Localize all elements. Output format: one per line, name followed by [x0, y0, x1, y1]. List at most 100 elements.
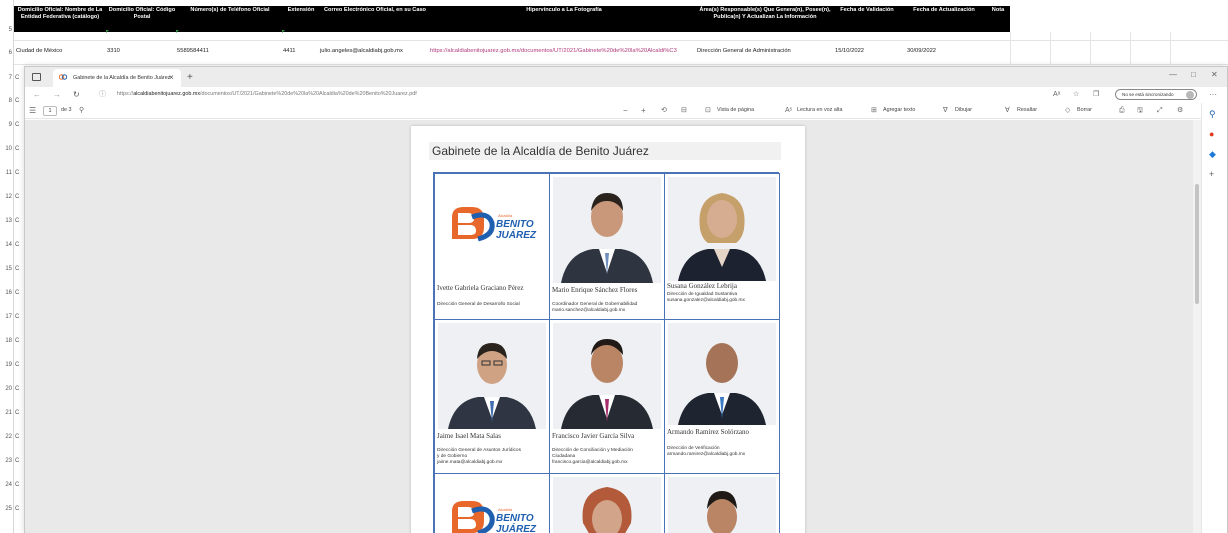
maximize-button[interactable]: □	[1191, 70, 1196, 79]
row-number[interactable]: 20	[0, 386, 14, 392]
page-view-icon[interactable]: ⊡	[705, 105, 711, 117]
tab-close-icon[interactable]: ×	[169, 69, 174, 87]
row-number[interactable]: 21	[0, 410, 14, 416]
save-icon[interactable]: 🖫	[1137, 105, 1143, 117]
cell-entidad[interactable]: Ciudad de México	[16, 48, 62, 54]
search-sidebar-icon[interactable]: ⚲	[1209, 109, 1216, 119]
person-portrait-icon	[438, 323, 546, 429]
fullscreen-icon[interactable]: ⤢	[1157, 105, 1163, 117]
read-aloud-icon[interactable]: Aˢ	[785, 105, 792, 117]
row-number[interactable]: 6	[0, 50, 14, 56]
person-email[interactable]: armando.ramirez@alcaldiabj.gob.mx	[667, 452, 745, 458]
more-options-icon[interactable]: ···	[1209, 89, 1217, 101]
row-number[interactable]: 13	[0, 218, 14, 224]
header-cell-correo[interactable]: Correo Electrónico Oficial, en su Caso	[320, 6, 430, 32]
draw-icon[interactable]: ∇	[943, 105, 948, 117]
highlight-icon[interactable]: ∀	[1005, 105, 1010, 117]
row-number[interactable]: 7	[0, 75, 14, 81]
read-mode-icon[interactable]: Aᵃ	[1053, 89, 1060, 101]
header-cell-area[interactable]: Área(s) Responsable(s) Que Genera(n), Po…	[698, 6, 832, 32]
header-cell-cp[interactable]: Domicilio Oficial: Código Postal	[106, 6, 178, 32]
row-number[interactable]: 11	[0, 170, 14, 176]
page-number-input[interactable]: 1	[43, 106, 57, 116]
row-number[interactable]: 15	[0, 266, 14, 272]
add-sidebar-icon[interactable]: +	[1209, 169, 1214, 179]
row-number[interactable]: 16	[0, 290, 14, 296]
row-number[interactable]: 24	[0, 482, 14, 488]
header-cell-extension[interactable]: Extensión	[282, 6, 320, 32]
person-card: Mario Enrique Sánchez Flores Coordinador…	[549, 173, 665, 321]
sync-status-text: No se está sincronizando	[1122, 92, 1174, 97]
fit-page-icon[interactable]: ⊟	[681, 105, 687, 117]
search-icon[interactable]: ⚲	[79, 105, 84, 117]
forward-icon[interactable]: →	[53, 89, 61, 101]
refresh-icon[interactable]: ↻	[73, 89, 80, 101]
person-email[interactable]: jaime.mata@alcaldiabj.gob.mx	[437, 460, 502, 466]
row-number[interactable]: 5	[0, 27, 14, 33]
header-cell-fecha-actualizacion[interactable]: Fecha de Actualización	[902, 6, 986, 32]
cell-note-marker	[106, 30, 109, 33]
office-icon[interactable]: ●	[1209, 129, 1214, 139]
cell-area[interactable]: Dirección General de Administración	[697, 48, 791, 54]
read-aloud-button[interactable]: Lectura en voz alta	[797, 107, 843, 113]
cell-telefono[interactable]: 5589584411	[177, 48, 209, 54]
vertical-scrollbar[interactable]	[1193, 120, 1201, 533]
row-number[interactable]: 19	[0, 362, 14, 368]
favorite-star-icon[interactable]: ☆	[1073, 89, 1079, 101]
header-cell-entidad[interactable]: Domicilio Oficial: Nombre de La Entidad …	[14, 6, 106, 32]
row-number[interactable]: 10	[0, 146, 14, 152]
address-bar[interactable]: https://alcaldiabenitojuarez.gob.mx/docu…	[117, 91, 417, 97]
rotate-icon[interactable]: ⟲	[661, 105, 667, 117]
minimize-button[interactable]: —	[1169, 70, 1177, 79]
collections-icon[interactable]: ❐	[1093, 89, 1099, 101]
person-email[interactable]: mario.sanchez@alcaldiabj.gob.mx	[552, 308, 625, 314]
tab-actions-icon[interactable]	[32, 73, 41, 81]
zoom-in-icon[interactable]: +	[641, 105, 646, 117]
table-of-contents-icon[interactable]: ☰	[29, 105, 36, 117]
erase-button[interactable]: Borrar	[1077, 107, 1092, 113]
outlook-icon[interactable]: ◆	[1209, 149, 1216, 159]
person-email[interactable]: susana.gonzalez@alcaldiabj.gob.mx	[667, 298, 745, 304]
page-view-button[interactable]: Vista de página	[717, 107, 754, 113]
browser-tab[interactable]: Gabinete de la Alcaldía de Benito Juárez	[53, 69, 181, 87]
header-cell-telefono[interactable]: Número(s) de Teléfono Oficial	[178, 6, 282, 32]
row-number[interactable]: 18	[0, 338, 14, 344]
cell-cp[interactable]: 3310	[107, 48, 120, 54]
draw-button[interactable]: Dibujar	[955, 107, 972, 113]
row-number[interactable]: 8	[0, 98, 14, 104]
header-cell-fecha-validacion[interactable]: Fecha de Validación	[832, 6, 902, 32]
new-tab-icon[interactable]: +	[187, 69, 193, 87]
row-number[interactable]: 22	[0, 434, 14, 440]
sync-status-button[interactable]: No se está sincronizando	[1115, 89, 1197, 100]
eraser-icon[interactable]: ◇	[1065, 105, 1070, 117]
scrollbar-thumb[interactable]	[1195, 184, 1199, 304]
row-number[interactable]: 12	[0, 194, 14, 200]
highlight-button[interactable]: Resaltar	[1017, 107, 1037, 113]
row-number[interactable]: 14	[0, 242, 14, 248]
cell-fecha-validacion[interactable]: 15/10/2022	[835, 48, 864, 54]
back-icon[interactable]: ←	[33, 89, 41, 101]
site-info-icon[interactable]: ⓘ	[99, 89, 106, 101]
logo-alcaldia-text: Alcaldía	[498, 507, 513, 512]
cell-correo[interactable]: julio.angeles@alcaldiabj.gob.mx	[320, 48, 403, 54]
settings-icon[interactable]: ⚙	[1177, 105, 1183, 117]
add-text-button[interactable]: Agregar texto	[883, 107, 915, 113]
print-icon[interactable]: ⎙	[1119, 105, 1125, 117]
pdf-toolbar: ☰ 1 de 3 ⚲ − + ⟲ ⊟ ⊡ Vista de página Aˢ …	[25, 103, 1227, 119]
header-cell-hipervinculo[interactable]: Hipervínculo a La Fotografía	[430, 6, 698, 32]
pdf-page: Gabinete de la Alcaldía de Benito Juárez…	[411, 126, 805, 533]
cell-hipervinculo[interactable]: https://alcaldiabenitojuarez.gob.mx/docu…	[430, 48, 677, 54]
add-text-icon[interactable]: ⊞	[871, 105, 877, 117]
person-email[interactable]: francisco.garcia@alcaldiabj.gob.mx	[552, 460, 628, 466]
grid-line	[1050, 32, 1051, 64]
row-number[interactable]: 17	[0, 314, 14, 320]
close-window-button[interactable]: ✕	[1211, 70, 1218, 79]
header-cell-nota[interactable]: Nota	[986, 6, 1010, 32]
cell-extension[interactable]: 4411	[283, 48, 295, 54]
row-number[interactable]: 23	[0, 458, 14, 464]
row-number[interactable]: 25	[0, 506, 14, 512]
row-number[interactable]: 9	[0, 122, 14, 128]
pdf-viewport[interactable]: Gabinete de la Alcaldía de Benito Juárez…	[25, 120, 1193, 533]
cell-fecha-actualizacion[interactable]: 30/09/2022	[907, 48, 936, 54]
zoom-out-icon[interactable]: −	[623, 105, 628, 117]
